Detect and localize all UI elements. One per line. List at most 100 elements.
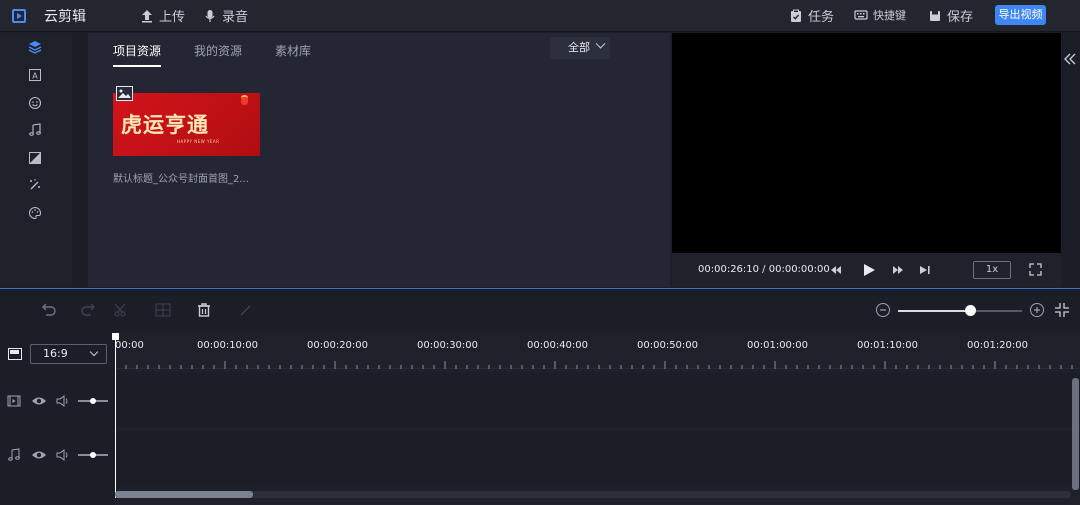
playback-speed-button[interactable]: 1x bbox=[973, 261, 1011, 279]
playhead-handle[interactable] bbox=[112, 333, 119, 340]
ruler-label: 00:00 bbox=[115, 340, 144, 351]
zoom-in-icon[interactable] bbox=[1029, 302, 1045, 318]
resource-panel: 项目资源 我的资源 素材库 全部 虎运亨通 HAPPY NEW YEAR 默认标… bbox=[88, 33, 670, 287]
ruler-label: 00:01:00:00 bbox=[747, 340, 809, 351]
ruler-ticks bbox=[115, 361, 1073, 369]
video-preview[interactable] bbox=[672, 33, 1061, 287]
microphone-icon bbox=[205, 9, 215, 22]
ruler-label: 00:00:20:00 bbox=[307, 340, 369, 351]
tool-rail: A bbox=[0, 33, 72, 287]
thumbnail-subtitle: HAPPY NEW YEAR bbox=[177, 139, 220, 144]
split-icon[interactable] bbox=[154, 301, 172, 319]
fit-timeline-icon[interactable] bbox=[1054, 302, 1070, 318]
sticker-icon[interactable] bbox=[26, 94, 44, 112]
record-label: 录音 bbox=[222, 10, 249, 25]
volume-icon[interactable] bbox=[55, 393, 71, 409]
skip-end-icon[interactable] bbox=[919, 264, 931, 276]
timeline[interactable]: 00:00 00:00:10:00 00:00:20:00 00:00:30:00 00… bbox=[112, 333, 1080, 505]
svg-text:A: A bbox=[32, 72, 38, 81]
timeline-toolbar bbox=[0, 289, 1080, 333]
zoom-slider-knob[interactable] bbox=[964, 305, 976, 316]
thumbnail-title: 虎运亨通 bbox=[121, 112, 209, 137]
layers-icon[interactable] bbox=[26, 38, 44, 56]
tab-project-resources[interactable]: 项目资源 bbox=[113, 42, 161, 59]
top-bar: 云剪辑 上传 录音 任务 快捷键 保存 导出视频 bbox=[0, 0, 1080, 32]
chevron-down-icon bbox=[595, 38, 606, 49]
vertical-scrollbar[interactable] bbox=[1072, 378, 1079, 490]
volume-knob[interactable] bbox=[90, 398, 96, 404]
chevron-down-icon bbox=[89, 347, 99, 357]
palette-icon[interactable] bbox=[26, 204, 44, 222]
zoom-out-icon[interactable] bbox=[875, 302, 891, 318]
asset-caption: 默认标题_公众号封面首图_2... bbox=[113, 174, 249, 185]
ruler-label: 00:00:50:00 bbox=[637, 340, 699, 351]
volume-icon[interactable] bbox=[55, 447, 71, 463]
effects-wand-icon[interactable] bbox=[26, 176, 44, 194]
upload-button[interactable]: 上传 bbox=[140, 6, 185, 25]
track-headers: 16:9 bbox=[0, 333, 115, 505]
horizontal-scrollbar[interactable] bbox=[115, 491, 1071, 498]
tasks-label: 任务 bbox=[808, 10, 835, 25]
text-icon[interactable]: A bbox=[26, 66, 44, 84]
time-ruler[interactable]: 00:00 00:00:10:00 00:00:20:00 00:00:30:00 00… bbox=[115, 333, 1080, 369]
image-type-icon bbox=[116, 86, 133, 101]
eye-icon[interactable] bbox=[31, 447, 47, 463]
rewind-icon[interactable] bbox=[830, 264, 842, 276]
video-track-header bbox=[0, 389, 112, 413]
upload-label: 上传 bbox=[159, 10, 186, 25]
zoom-slider-fill bbox=[898, 310, 970, 312]
edit-icon[interactable] bbox=[237, 301, 255, 319]
resource-filter-select[interactable]: 全部 bbox=[550, 37, 610, 59]
video-track-icon bbox=[7, 395, 21, 407]
resource-tabs: 项目资源 我的资源 素材库 全部 bbox=[88, 33, 670, 67]
scissors-icon[interactable] bbox=[112, 301, 130, 319]
shortcuts-button[interactable]: 快捷键 bbox=[854, 7, 906, 23]
collapse-panel-icon[interactable] bbox=[1062, 52, 1078, 66]
music-icon[interactable] bbox=[26, 121, 44, 139]
tasks-button[interactable]: 任务 bbox=[789, 6, 834, 25]
redo-icon[interactable] bbox=[80, 301, 98, 319]
asset-thumbnail[interactable]: 虎运亨通 HAPPY NEW YEAR bbox=[113, 93, 260, 156]
save-button[interactable]: 保存 bbox=[928, 6, 973, 25]
transition-icon[interactable] bbox=[26, 149, 44, 167]
clipboard-icon bbox=[791, 9, 801, 22]
aspect-ratio-icon bbox=[8, 348, 22, 360]
lantern-decoration bbox=[241, 95, 248, 105]
ruler-label: 00:00:40:00 bbox=[527, 340, 589, 351]
ruler-label: 00:00:10:00 bbox=[197, 340, 259, 351]
tab-my-resources[interactable]: 我的资源 bbox=[194, 42, 242, 59]
active-tab-indicator bbox=[113, 65, 161, 67]
upload-icon bbox=[142, 9, 152, 22]
aspect-ratio-value: 16:9 bbox=[43, 347, 68, 360]
export-video-button[interactable]: 导出视频 bbox=[995, 5, 1046, 25]
save-icon bbox=[930, 10, 940, 21]
volume-knob[interactable] bbox=[90, 452, 96, 458]
video-track-lane[interactable] bbox=[115, 371, 1080, 427]
preview-controls: 00:00:26:10 / 00:00:00:00 1x bbox=[672, 253, 1061, 287]
ruler-label: 00:01:20:00 bbox=[967, 340, 1029, 351]
shortcuts-label: 快捷键 bbox=[873, 9, 906, 22]
tab-material-library[interactable]: 素材库 bbox=[275, 42, 311, 59]
save-label: 保存 bbox=[947, 10, 974, 25]
zoom-slider-track[interactable] bbox=[898, 310, 1022, 312]
timecode: 00:00:26:10 / 00:00:00:00 bbox=[698, 264, 830, 275]
app-logo-icon bbox=[12, 9, 26, 23]
scrollbar-thumb[interactable] bbox=[115, 491, 253, 498]
record-button[interactable]: 录音 bbox=[203, 6, 248, 25]
keyboard-icon bbox=[854, 10, 868, 20]
filter-value: 全部 bbox=[568, 41, 590, 54]
fullscreen-icon[interactable] bbox=[1029, 263, 1042, 276]
ruler-label: 00:00:30:00 bbox=[417, 340, 479, 351]
audio-track-header bbox=[0, 443, 112, 467]
audio-track-lane[interactable] bbox=[115, 431, 1080, 487]
eye-icon[interactable] bbox=[31, 393, 47, 409]
undo-icon[interactable] bbox=[39, 301, 57, 319]
play-icon[interactable] bbox=[862, 263, 876, 277]
ruler-label: 00:01:10:00 bbox=[857, 340, 919, 351]
app-title: 云剪辑 bbox=[44, 9, 86, 25]
delete-icon[interactable] bbox=[195, 301, 213, 319]
aspect-ratio-select[interactable]: 16:9 bbox=[30, 344, 107, 364]
fast-forward-icon[interactable] bbox=[892, 264, 904, 276]
audio-track-icon bbox=[8, 448, 20, 461]
playhead[interactable] bbox=[112, 333, 119, 498]
